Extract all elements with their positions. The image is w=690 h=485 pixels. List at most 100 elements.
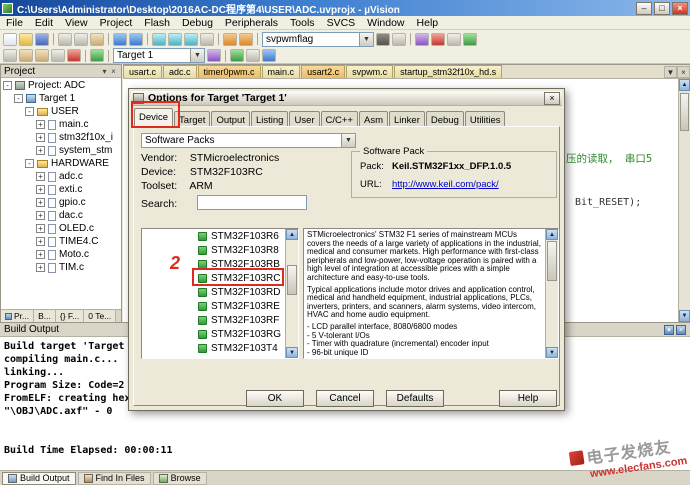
- tree-item-stm32f10x-it[interactable]: + stm32f10x_i: [1, 131, 121, 144]
- breakpoint-icon[interactable]: [431, 32, 445, 46]
- close-icon[interactable]: ×: [109, 67, 118, 76]
- device-list-scrollbar[interactable]: ▲ ▼: [285, 229, 298, 358]
- copy-icon[interactable]: [74, 32, 88, 46]
- menu-edit[interactable]: Edit: [29, 16, 59, 30]
- bookmark-icon[interactable]: [152, 32, 166, 46]
- file-tab-main-c[interactable]: main.c: [261, 65, 301, 78]
- tree-item-moto-c[interactable]: + Moto.c: [1, 248, 121, 261]
- tree-item-time4-c[interactable]: + TIME4.C: [1, 235, 121, 248]
- statusbar-tab-build-output[interactable]: Build Output: [2, 471, 76, 485]
- scroll-down-icon[interactable]: ▼: [286, 347, 298, 358]
- device-item[interactable]: STM32F103RF: [142, 313, 298, 327]
- tree-item-user[interactable]: - USER: [1, 105, 121, 118]
- menu-project[interactable]: Project: [94, 16, 139, 30]
- tree-item-tim-c[interactable]: + TIM.c: [1, 261, 121, 274]
- menu-window[interactable]: Window: [361, 16, 410, 30]
- batch-build-icon[interactable]: [51, 49, 65, 62]
- device-item[interactable]: STM32F103RE: [142, 299, 298, 313]
- download-icon[interactable]: [90, 49, 104, 62]
- configure-icon[interactable]: [415, 32, 429, 46]
- scroll-thumb[interactable]: [547, 241, 557, 281]
- device-item[interactable]: STM32F103R6: [142, 229, 298, 243]
- description-scrollbar[interactable]: ▲ ▼: [545, 229, 558, 358]
- tree-item-hardware[interactable]: - HARDWARE: [1, 157, 121, 170]
- next-bookmark-icon[interactable]: [184, 32, 198, 46]
- new-file-icon[interactable]: [3, 32, 17, 46]
- flag-icon[interactable]: [230, 49, 244, 62]
- open-file-icon[interactable]: [19, 32, 33, 46]
- translate-icon[interactable]: [3, 49, 17, 62]
- kill-breakpoints-icon[interactable]: [447, 32, 461, 46]
- scroll-up-icon[interactable]: ▲: [679, 79, 690, 91]
- statusbar-tab-find-in-files[interactable]: Find In Files: [77, 471, 151, 485]
- build-icon[interactable]: [19, 49, 33, 62]
- tree-item-dac-c[interactable]: + dac.c: [1, 209, 121, 222]
- close-tab-icon[interactable]: ×: [677, 66, 690, 78]
- undo-icon[interactable]: [113, 32, 127, 46]
- target-select[interactable]: Target 1 ▼: [113, 48, 205, 63]
- scroll-up-icon[interactable]: ▲: [546, 229, 558, 240]
- find-in-files-icon[interactable]: [376, 32, 390, 46]
- statusbar-tab-browse[interactable]: Browse: [152, 471, 207, 485]
- tree-item-gpio-c[interactable]: + gpio.c: [1, 196, 121, 209]
- device-item[interactable]: STM32F103R8: [142, 243, 298, 257]
- file-tab-svpwm-c[interactable]: svpwm.c: [346, 65, 394, 78]
- scroll-thumb[interactable]: [287, 265, 297, 295]
- scroll-up-icon[interactable]: ▲: [286, 229, 298, 240]
- help-button[interactable]: Help: [499, 390, 557, 407]
- device-item[interactable]: STM32F103T4: [142, 341, 298, 355]
- scroll-thumb[interactable]: [680, 93, 689, 131]
- tree-item-adc-c[interactable]: + adc.c: [1, 170, 121, 183]
- clear-bookmarks-icon[interactable]: [200, 32, 214, 46]
- chevron-down-icon[interactable]: ▼: [341, 134, 355, 147]
- menu-peripherals[interactable]: Peripherals: [219, 16, 284, 30]
- minimize-button[interactable]: –: [636, 1, 652, 15]
- file-tab-usart2-c[interactable]: usart2.c: [301, 65, 346, 78]
- debug-session-icon[interactable]: [463, 32, 477, 46]
- outdent-icon[interactable]: [239, 32, 253, 46]
- device-item[interactable]: STM32F103RG: [142, 327, 298, 341]
- maximize-button[interactable]: □: [654, 1, 670, 15]
- chevron-down-icon[interactable]: ▼: [190, 49, 204, 62]
- cut-icon[interactable]: [58, 32, 72, 46]
- redo-icon[interactable]: [129, 32, 143, 46]
- tree-item-oled-c[interactable]: + OLED.c: [1, 222, 121, 235]
- tree-item-exti-c[interactable]: + exti.c: [1, 183, 121, 196]
- menu-view[interactable]: View: [59, 16, 94, 30]
- pin-icon[interactable]: ▾: [664, 324, 674, 335]
- close-button[interactable]: ×: [672, 1, 688, 15]
- save-icon[interactable]: [35, 32, 49, 46]
- scroll-down-icon[interactable]: ▼: [546, 347, 558, 358]
- pin-icon[interactable]: ▾: [100, 67, 109, 76]
- search-icon[interactable]: [392, 32, 406, 46]
- menu-help[interactable]: Help: [411, 16, 445, 30]
- file-tab-usart-c[interactable]: usart.c: [123, 65, 163, 78]
- pack-installer-icon[interactable]: [262, 49, 276, 62]
- dialog-close-button[interactable]: ×: [544, 91, 560, 105]
- ok-button[interactable]: OK: [246, 390, 304, 407]
- file-tab-adc-c[interactable]: adc.c: [163, 65, 197, 78]
- cancel-button[interactable]: Cancel: [316, 390, 374, 407]
- file-tab-startup[interactable]: startup_stm32f10x_hd.s: [394, 65, 503, 78]
- editor-scrollbar[interactable]: ▲ ▼: [678, 79, 690, 322]
- software-packs-combo[interactable]: Software Packs ▼: [141, 133, 356, 148]
- tree-item-project[interactable]: - Project: ADC: [1, 79, 121, 92]
- indent-icon[interactable]: [223, 32, 237, 46]
- tree-item-target[interactable]: - Target 1: [1, 92, 121, 105]
- menu-tools[interactable]: Tools: [284, 16, 321, 30]
- paste-icon[interactable]: [90, 32, 104, 46]
- close-icon[interactable]: ×: [676, 324, 686, 335]
- tree-item-main-c[interactable]: + main.c: [1, 118, 121, 131]
- menu-svcs[interactable]: SVCS: [321, 16, 362, 30]
- menu-flash[interactable]: Flash: [138, 16, 176, 30]
- device-item[interactable]: STM32F103RD: [142, 285, 298, 299]
- pack-url-link[interactable]: http://www.keil.com/pack/: [392, 179, 499, 190]
- prev-bookmark-icon[interactable]: [168, 32, 182, 46]
- rebuild-icon[interactable]: [35, 49, 49, 62]
- tab-list-icon[interactable]: ▼: [664, 66, 677, 78]
- target-options-icon[interactable]: [207, 49, 221, 62]
- chevron-down-icon[interactable]: ▼: [359, 32, 373, 46]
- find-combo[interactable]: svpwmflag ▼: [262, 31, 374, 47]
- search-input[interactable]: [197, 195, 307, 210]
- file-tab-timer0pwm-c[interactable]: timer0pwm.c: [197, 65, 261, 78]
